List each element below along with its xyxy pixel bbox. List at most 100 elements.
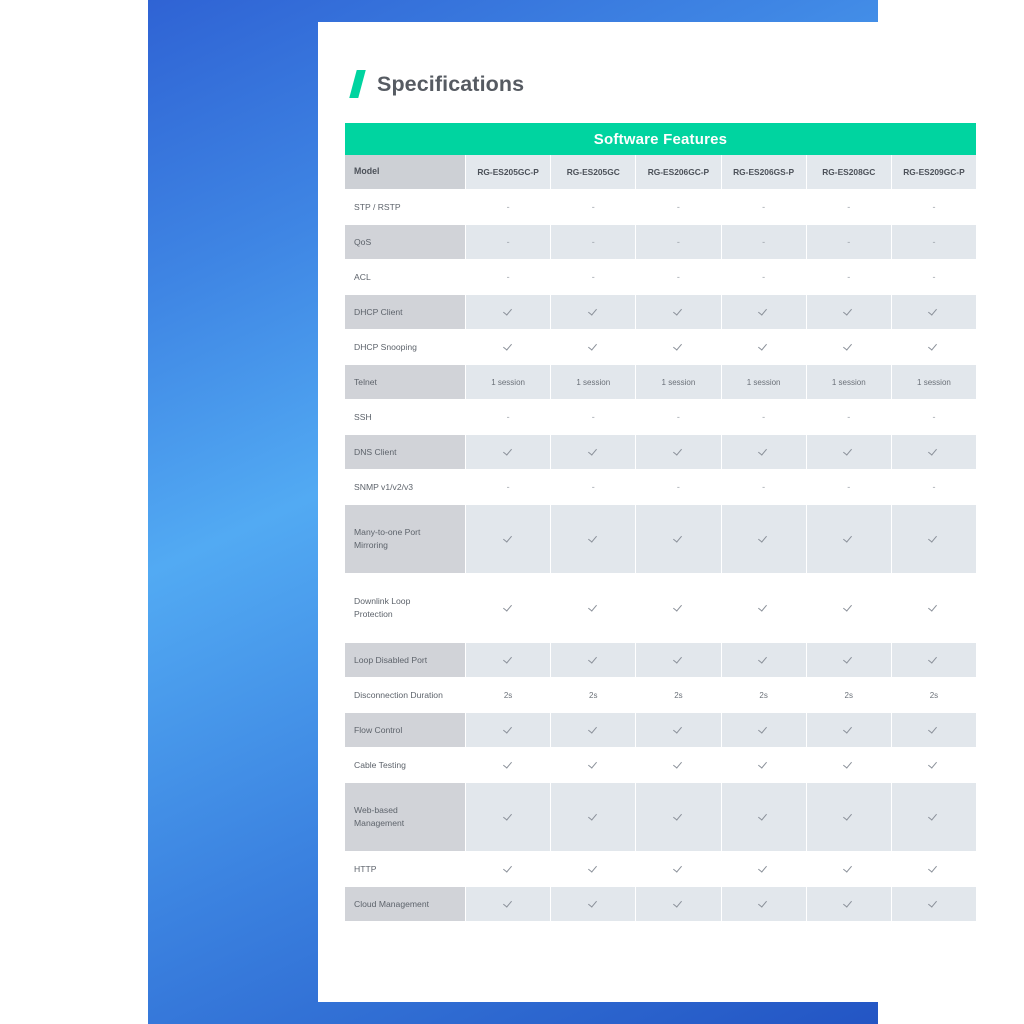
green-slash-icon <box>349 70 366 98</box>
table-cell: - <box>806 225 891 259</box>
table-cell: - <box>466 260 551 294</box>
table-cell <box>551 852 636 886</box>
check-icon <box>759 865 768 874</box>
table-cell: - <box>721 400 806 434</box>
check-icon <box>504 604 513 613</box>
table-cell <box>636 505 721 573</box>
check-icon <box>589 865 598 874</box>
check-icon <box>504 308 513 317</box>
dash-marker: - <box>847 236 851 247</box>
table-cell <box>466 505 551 573</box>
check-icon <box>589 308 598 317</box>
table-cell: - <box>721 470 806 504</box>
check-icon <box>674 448 683 457</box>
table-header-row: Model RG-ES205GC-P RG-ES205GC RG-ES206GC-P R… <box>345 155 977 189</box>
table-row: HTTP <box>345 852 977 886</box>
table-cell <box>551 748 636 782</box>
table-row: QoS - - - - - - <box>345 225 977 259</box>
check-icon <box>589 761 598 770</box>
row-label-snmp-v1-v2-v3: SNMP v1/v2/v3 <box>345 470 465 504</box>
table-cell <box>636 330 721 364</box>
table-cell <box>551 643 636 677</box>
check-icon <box>674 761 683 770</box>
check-icon <box>929 900 938 909</box>
software-features-table: Software Features Model RG-ES205GC-P RG-ES… <box>345 123 977 921</box>
row-label-qos: QoS <box>345 225 465 259</box>
check-icon <box>759 535 768 544</box>
table-cell <box>721 505 806 573</box>
column-header-rg-es209gc-p: RG-ES209GC-P <box>891 155 977 189</box>
check-icon <box>674 535 683 544</box>
table-cell <box>721 330 806 364</box>
table-row: Many-to-one Port Mirroring <box>345 505 977 573</box>
table-cell: 1 session <box>721 365 806 399</box>
dash-marker: - <box>762 236 766 247</box>
cell-value: 1 session <box>917 377 951 387</box>
check-icon <box>504 726 513 735</box>
table-cell: - <box>891 190 977 224</box>
table-cell <box>806 330 891 364</box>
table-cell <box>806 887 891 921</box>
check-icon <box>929 865 938 874</box>
row-label-acl: ACL <box>345 260 465 294</box>
table-cell <box>806 505 891 573</box>
table-row: STP / RSTP - - - - - - <box>345 190 977 224</box>
check-icon <box>844 813 853 822</box>
check-icon <box>759 656 768 665</box>
table-cell <box>721 887 806 921</box>
table-cell: 1 session <box>466 365 551 399</box>
table-cell: - <box>636 260 721 294</box>
table-cell <box>551 505 636 573</box>
dash-marker: - <box>506 481 510 492</box>
table-row: SSH - - - - - - <box>345 400 977 434</box>
dash-marker: - <box>591 481 595 492</box>
table-cell <box>466 643 551 677</box>
check-icon <box>674 308 683 317</box>
table-cell: - <box>466 400 551 434</box>
check-icon <box>844 900 853 909</box>
dash-marker: - <box>847 201 851 212</box>
table-cell: - <box>466 190 551 224</box>
row-label-dhcp-client: DHCP Client <box>345 295 465 329</box>
table-cell: - <box>806 400 891 434</box>
cell-value: 1 session <box>746 377 781 387</box>
row-label-stp-rstp: STP / RSTP <box>345 190 465 224</box>
table-cell: - <box>721 260 806 294</box>
cell-value: 2s <box>759 690 768 700</box>
column-header-rg-es206gc-p: RG-ES206GC-P <box>636 155 721 189</box>
table-cell <box>891 330 977 364</box>
check-icon <box>759 813 768 822</box>
check-icon <box>759 448 768 457</box>
table-cell <box>891 887 977 921</box>
blue-gradient-frame: Specifications Software Features Model RG… <box>148 0 1003 1024</box>
check-icon <box>844 656 853 665</box>
table-cell <box>806 713 891 747</box>
dash-marker: - <box>932 411 936 422</box>
table-cell <box>466 852 551 886</box>
table-cell <box>551 783 636 851</box>
table-cell <box>721 643 806 677</box>
check-icon <box>589 656 598 665</box>
dash-marker: - <box>762 271 766 282</box>
check-icon <box>844 604 853 613</box>
table-cell <box>551 295 636 329</box>
table-cell: - <box>891 260 977 294</box>
table-cell <box>466 574 551 642</box>
check-icon <box>504 761 513 770</box>
table-cell: 2s <box>551 678 636 712</box>
row-label-flow-control: Flow Control <box>345 713 465 747</box>
table-cell: - <box>466 470 551 504</box>
table-cell: 1 session <box>891 365 977 399</box>
table-cell: 1 session <box>806 365 891 399</box>
table-row: DNS Client <box>345 435 977 469</box>
check-icon <box>674 656 683 665</box>
table-cell: - <box>721 190 806 224</box>
row-label-dhcp-snooping: DHCP Snooping <box>345 330 465 364</box>
table-cell <box>636 574 721 642</box>
table-row: Telnet 1 session 1 session 1 session 1 sessi… <box>345 365 977 399</box>
table-cell: - <box>636 225 721 259</box>
check-icon <box>929 604 938 613</box>
table-cell <box>721 435 806 469</box>
table-cell <box>636 748 721 782</box>
table-cell <box>806 643 891 677</box>
